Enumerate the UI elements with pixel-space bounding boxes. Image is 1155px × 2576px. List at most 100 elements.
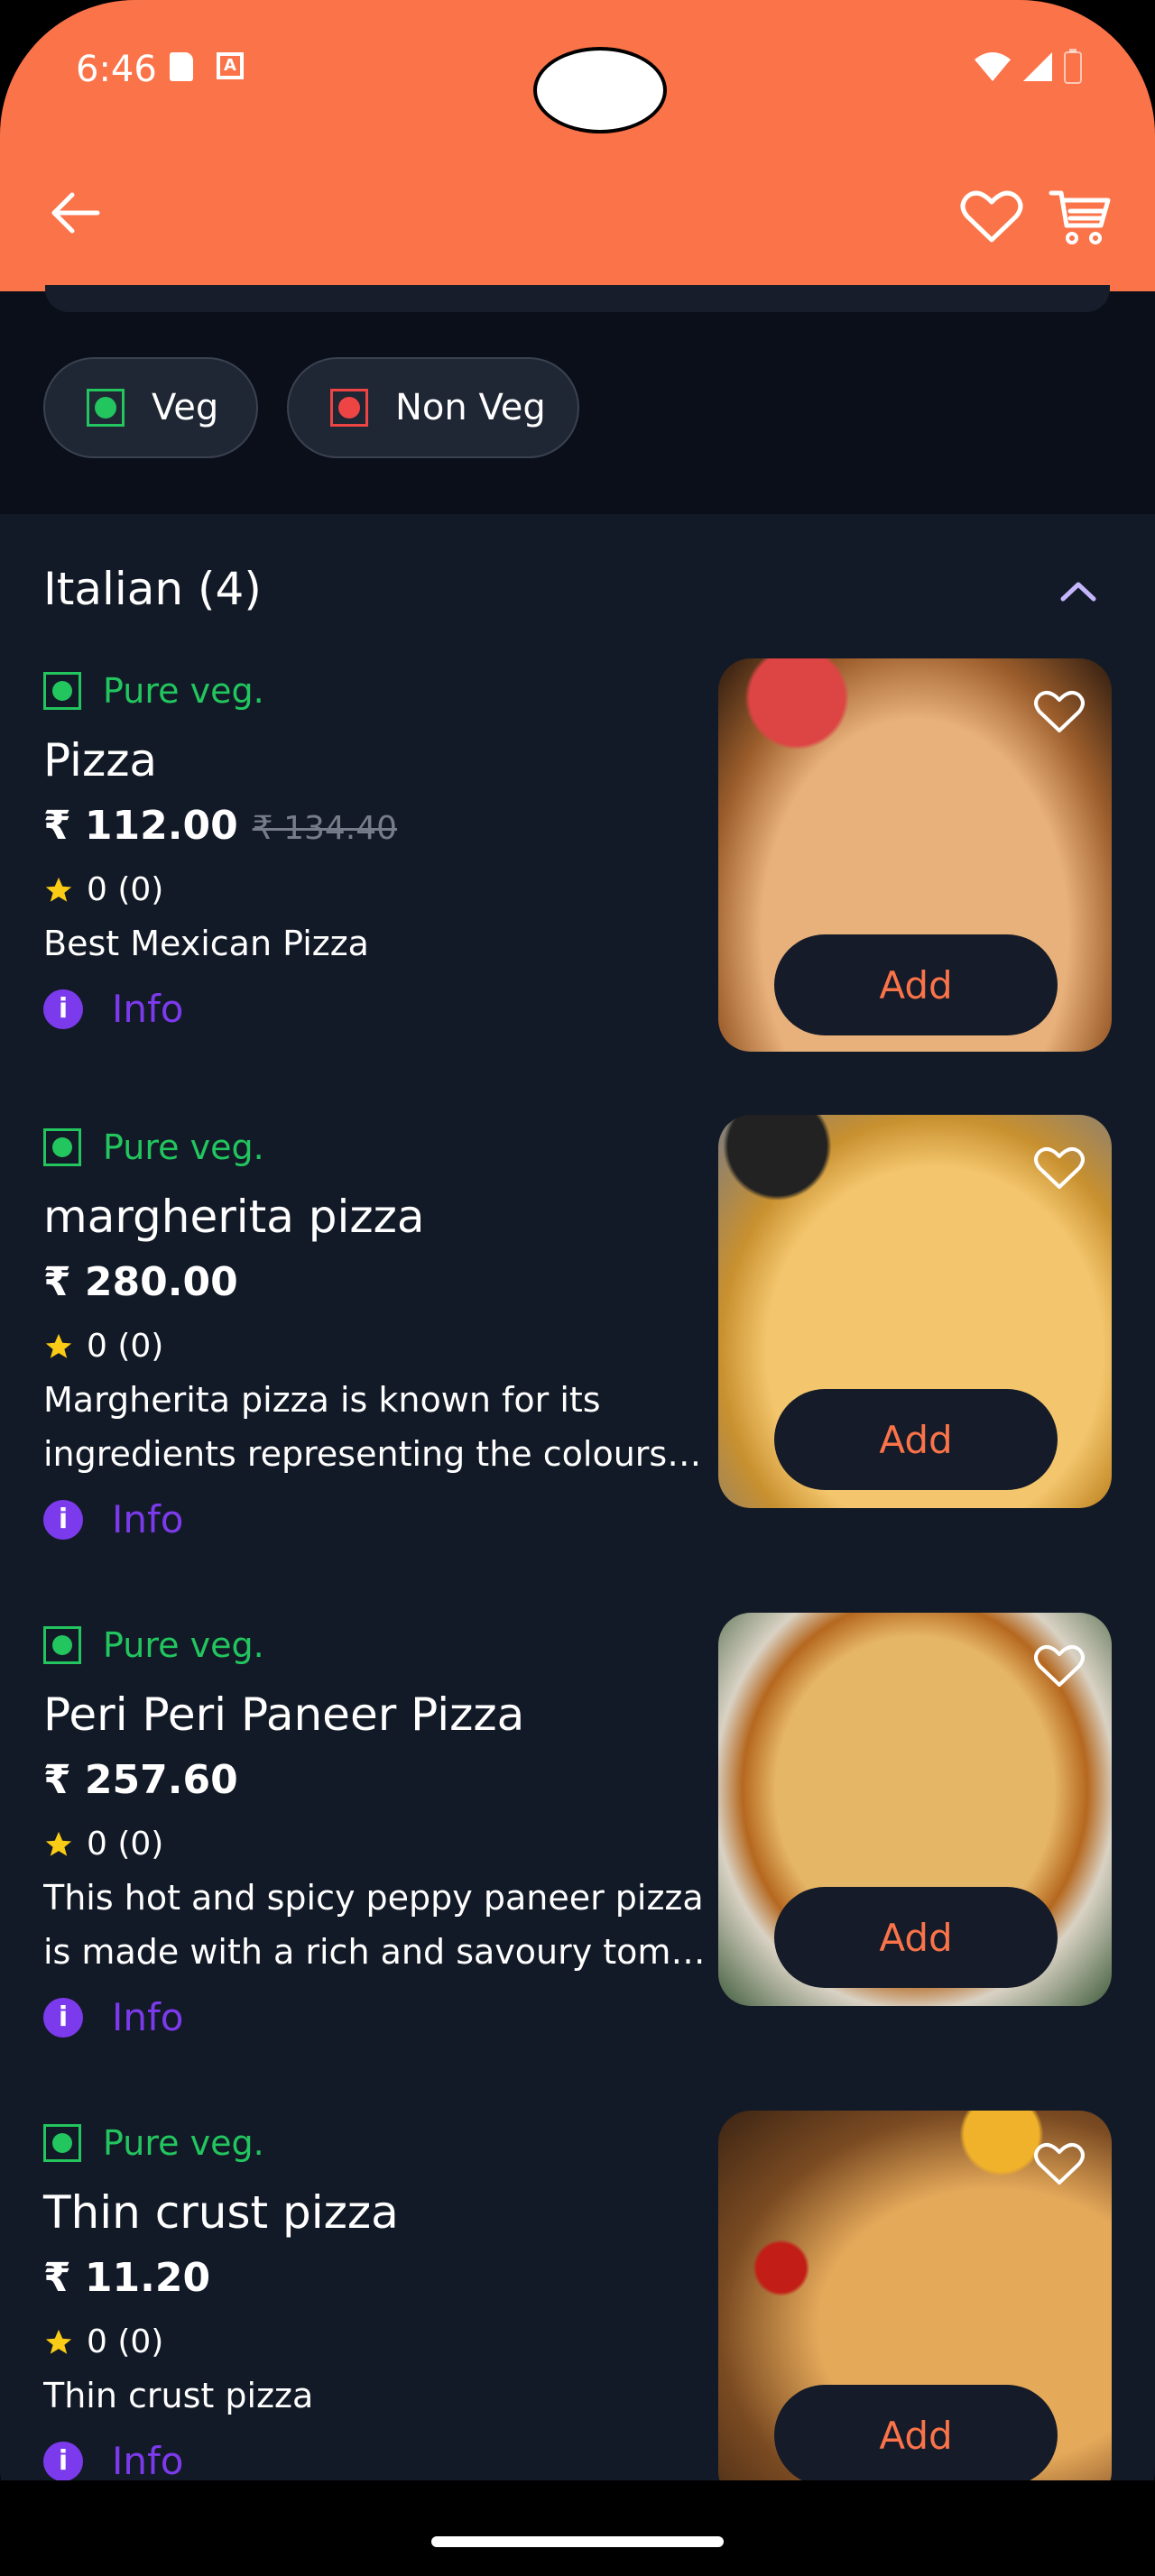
status-time: 6:46 xyxy=(76,49,157,90)
item-rating: 0 (0) xyxy=(43,1826,163,1863)
screen: 6:46 A Veg Non Veg Italian (4) Pure veg.… xyxy=(0,0,1155,2576)
description-line: Thin crust pizza xyxy=(43,2376,314,2415)
camera-cutout xyxy=(533,47,667,133)
item-price: ₹ 11.20 xyxy=(43,2255,211,2301)
veg-tag-label: Pure veg. xyxy=(103,2123,264,2163)
item-price: ₹ 257.60 xyxy=(43,1757,238,1803)
menu-category-section: Italian (4) Pure veg. Pizza ₹ 112.00 ₹ 1… xyxy=(0,514,1155,2480)
rating-text: 0 (0) xyxy=(87,1826,164,1863)
add-button[interactable]: Add xyxy=(774,1389,1058,1490)
description-line: Margherita pizza is known for its xyxy=(43,1380,601,1420)
item-name: Pizza xyxy=(43,734,158,787)
veg-symbol-icon xyxy=(43,672,81,710)
item-old-price: ₹ 134.40 xyxy=(252,810,398,847)
veg-tag-label: Pure veg. xyxy=(103,671,264,711)
rating-text: 0 (0) xyxy=(87,1328,164,1365)
item-rating: 0 (0) xyxy=(43,2323,163,2360)
nonveg-filter-chip[interactable]: Non Veg xyxy=(287,357,579,458)
status-icons-right xyxy=(973,49,1083,85)
app-header: 6:46 A xyxy=(0,0,1155,291)
star-icon xyxy=(45,1831,72,1856)
search-bar[interactable] xyxy=(45,285,1110,312)
description-line: is made with a rich and savoury toma... xyxy=(43,1932,711,1972)
nonveg-filter-label: Non Veg xyxy=(395,387,546,428)
item-rating: 0 (0) xyxy=(43,871,163,908)
menu-item: Pure veg. Peri Peri Paneer Pizza ₹ 257.6… xyxy=(0,1613,1155,2082)
item-image: Add xyxy=(718,658,1112,1052)
back-arrow-icon[interactable] xyxy=(47,184,105,242)
status-icons-left: A xyxy=(170,52,244,81)
add-button[interactable]: Add xyxy=(774,934,1058,1035)
heart-icon[interactable] xyxy=(1034,2141,1085,2186)
info-label: Info xyxy=(112,1497,184,1541)
info-label: Info xyxy=(112,987,184,1031)
heart-icon[interactable] xyxy=(1034,689,1085,734)
veg-tag: Pure veg. xyxy=(43,1625,264,1665)
rating-text: 0 (0) xyxy=(87,2323,164,2360)
veg-tag-label: Pure veg. xyxy=(103,1625,264,1665)
heart-icon[interactable] xyxy=(1034,1643,1085,1688)
veg-symbol-icon xyxy=(43,1626,81,1664)
favorite-heart-icon[interactable] xyxy=(960,188,1023,245)
info-link[interactable]: i Info xyxy=(43,1497,184,1541)
add-button[interactable]: Add xyxy=(774,1887,1058,1988)
description-line: Best Mexican Pizza xyxy=(43,924,369,963)
info-icon: i xyxy=(43,2441,83,2480)
description-line: This hot and spicy peppy paneer pizza xyxy=(43,1878,704,1918)
price-row: ₹ 11.20 xyxy=(43,2255,210,2301)
veg-tag: Pure veg. xyxy=(43,671,264,711)
item-image: Add xyxy=(718,1613,1112,2006)
item-price: ₹ 280.00 xyxy=(43,1259,238,1305)
info-link[interactable]: i Info xyxy=(43,987,184,1031)
add-button[interactable]: Add xyxy=(774,2385,1058,2480)
veg-symbol-icon xyxy=(43,1128,81,1166)
info-label: Info xyxy=(112,2439,184,2480)
item-description: Best Mexican Pizza xyxy=(43,916,711,971)
heart-icon[interactable] xyxy=(1034,1145,1085,1191)
nonveg-symbol-icon xyxy=(330,389,368,427)
cart-icon[interactable] xyxy=(1049,188,1112,247)
menu-item: Pure veg. Thin crust pizza ₹ 11.20 0 (0)… xyxy=(0,2111,1155,2480)
item-description: This hot and spicy peppy paneer pizza is… xyxy=(43,1871,711,1979)
sd-card-icon xyxy=(170,52,193,81)
wifi-icon xyxy=(975,52,1011,81)
rating-text: 0 (0) xyxy=(87,871,164,908)
item-name: margherita pizza xyxy=(43,1191,425,1243)
app-notification-icon: A xyxy=(217,52,244,79)
price-row: ₹ 112.00 ₹ 134.40 xyxy=(43,803,397,849)
veg-tag: Pure veg. xyxy=(43,2123,264,2163)
battery-icon xyxy=(1064,49,1082,84)
price-row: ₹ 280.00 xyxy=(43,1259,238,1305)
item-name: Thin crust pizza xyxy=(43,2186,399,2239)
home-indicator[interactable] xyxy=(431,2536,724,2547)
item-name: Peri Peri Paneer Pizza xyxy=(43,1688,525,1741)
menu-item: Pure veg. margherita pizza ₹ 280.00 0 (0… xyxy=(0,1115,1155,1584)
veg-tag: Pure veg. xyxy=(43,1127,264,1167)
item-image: Add xyxy=(718,1115,1112,1508)
price-row: ₹ 257.60 xyxy=(43,1757,238,1803)
info-icon: i xyxy=(43,989,83,1029)
star-icon xyxy=(45,877,72,902)
signal-icon xyxy=(1023,52,1052,81)
info-link[interactable]: i Info xyxy=(43,1995,184,2039)
item-description: Thin crust pizza xyxy=(43,2369,711,2423)
item-description: Margherita pizza is known for its ingred… xyxy=(43,1373,711,1481)
description-line: ingredients representing the colours o..… xyxy=(43,1434,711,1474)
veg-filter-chip[interactable]: Veg xyxy=(43,357,258,458)
veg-tag-label: Pure veg. xyxy=(103,1127,264,1167)
category-title: Italian (4) xyxy=(43,563,262,615)
item-price: ₹ 112.00 xyxy=(43,803,238,849)
veg-symbol-icon xyxy=(87,389,125,427)
navigation-bar xyxy=(0,2480,1155,2576)
info-label: Info xyxy=(112,1995,184,2039)
star-icon xyxy=(45,1333,72,1358)
info-icon: i xyxy=(43,1997,83,2038)
item-image: Add xyxy=(718,2111,1112,2480)
veg-filter-label: Veg xyxy=(152,387,219,428)
info-link[interactable]: i Info xyxy=(43,2439,184,2480)
chevron-up-icon[interactable] xyxy=(1056,577,1101,604)
veg-symbol-icon xyxy=(43,2124,81,2162)
menu-item: Pure veg. Pizza ₹ 112.00 ₹ 134.40 0 (0) … xyxy=(0,658,1155,1082)
star-icon xyxy=(45,2329,72,2354)
item-rating: 0 (0) xyxy=(43,1328,163,1365)
